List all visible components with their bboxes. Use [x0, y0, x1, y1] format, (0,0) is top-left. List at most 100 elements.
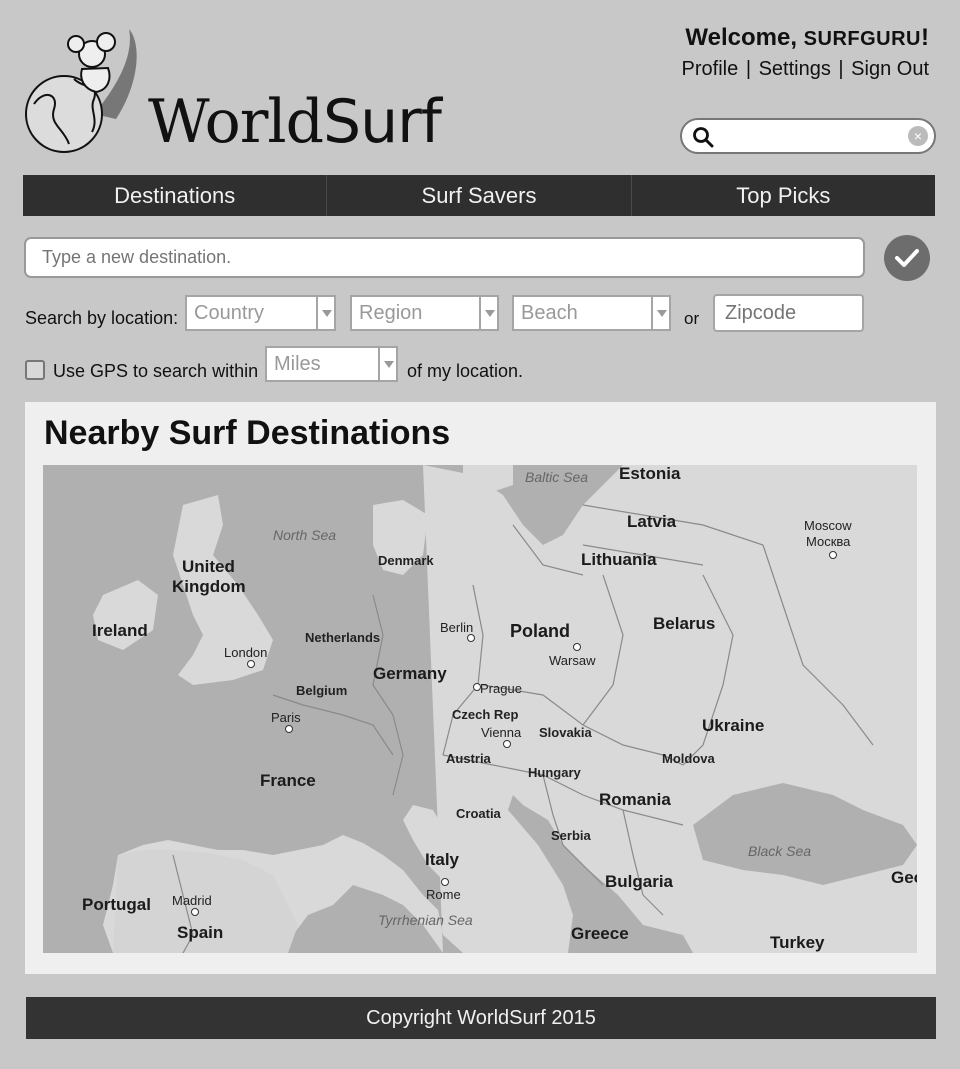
zipcode-input[interactable] — [713, 294, 864, 332]
map-label-madrid: Madrid — [172, 893, 212, 908]
map-label-hungary: Hungary — [528, 765, 581, 780]
map-label-netherlands: Netherlands — [305, 630, 381, 645]
logo-word-surf: Surf — [323, 87, 442, 157]
search-by-location-label: Search by location: — [25, 308, 179, 328]
map-label-croatia: Croatia — [456, 806, 501, 821]
map-label-tyrrhenian-sea: Tyrrhenian Sea — [378, 912, 473, 928]
map-label-denmark: Denmark — [378, 553, 434, 568]
region-select-value: Region — [359, 302, 423, 324]
sign-out-link[interactable]: Sign Out — [851, 58, 929, 80]
separator: | — [745, 58, 752, 80]
logo[interactable]: WorldSurf — [24, 24, 464, 159]
map-label-paris: Paris — [271, 710, 301, 725]
region-select[interactable]: Region — [350, 295, 499, 331]
country-select[interactable]: Country — [185, 295, 336, 331]
checkmark-icon — [895, 249, 919, 267]
map-label-baltic-sea: Baltic Sea — [525, 469, 589, 485]
europe-map[interactable]: Baltic Sea Estonia Latvia Moscow Москва … — [43, 465, 917, 953]
map-label-berlin: Berlin — [440, 620, 474, 635]
map-dot-madrid — [191, 908, 199, 916]
map-label-spain: Spain — [177, 923, 224, 942]
chevron-down-icon — [479, 297, 497, 329]
map-label-ukraine: Ukraine — [702, 716, 765, 735]
welcome-prefix: Welcome, — [685, 24, 804, 51]
panel-title: Nearby Surf Destinations — [44, 414, 451, 452]
logo-word-world: World — [148, 87, 324, 157]
profile-link[interactable]: Profile — [682, 58, 739, 80]
beach-select-value: Beach — [521, 302, 578, 324]
map-label-warsaw: Warsaw — [549, 653, 596, 668]
map-label-slovakia: Slovakia — [539, 725, 592, 740]
map-label-germany: Germany — [373, 664, 447, 683]
map-label-estonia: Estonia — [619, 465, 681, 483]
destination-input[interactable] — [24, 237, 865, 278]
map-label-poland: Poland — [510, 621, 571, 641]
map-label-portugal: Portugal — [82, 895, 151, 914]
nav-top-picks[interactable]: Top Picks — [632, 175, 935, 216]
map-label-czech-rep: Czech Rep — [452, 707, 519, 722]
chevron-down-icon — [651, 297, 669, 329]
confirm-button[interactable] — [884, 235, 930, 281]
welcome-message: Welcome, SURFGURU! — [682, 24, 929, 52]
chevron-down-icon — [378, 348, 396, 380]
separator: | — [838, 58, 844, 80]
search-input[interactable] — [720, 124, 900, 148]
map-label-ireland: Ireland — [92, 621, 148, 640]
account-links: Profile | Settings | Sign Out — [682, 58, 929, 81]
map-dot-vienna — [503, 740, 511, 748]
map-dot-moscow — [829, 551, 837, 559]
map-label-belgium: Belgium — [296, 683, 348, 698]
nav-surf-savers[interactable]: Surf Savers — [327, 175, 632, 216]
gps-label-suffix: of my location. — [407, 361, 524, 381]
map-label-moldova: Moldova — [662, 751, 715, 766]
map-dot-london — [247, 660, 255, 668]
map-label-united: United — [182, 557, 235, 576]
map-label-kingdom: Kingdom — [172, 577, 246, 596]
map-label-belarus: Belarus — [653, 614, 716, 633]
logo-wordmark: WorldSurf — [148, 92, 442, 152]
map-label-greece: Greece — [571, 924, 629, 943]
search-box: × — [680, 118, 936, 154]
nav-destinations[interactable]: Destinations — [23, 175, 328, 216]
map-dot-warsaw — [573, 643, 581, 651]
clear-icon[interactable]: × — [908, 126, 928, 146]
globe-logo-icon — [25, 29, 137, 153]
map-label-serbia: Serbia — [551, 828, 591, 843]
map-label-rome: Rome — [426, 887, 461, 902]
map-label-black-sea: Black Sea — [748, 843, 812, 859]
chevron-down-icon — [316, 297, 334, 329]
map-label-turkey: Turkey — [770, 933, 825, 952]
main-nav: Destinations Surf Savers Top Picks — [23, 175, 935, 216]
copyright-text: Copyright WorldSurf 2015 — [366, 1007, 596, 1029]
map-label-moscow-ru: Москва — [806, 534, 851, 549]
footer: Copyright WorldSurf 2015 — [26, 997, 936, 1039]
welcome-suffix: ! — [921, 24, 929, 51]
search-icon[interactable] — [692, 126, 714, 148]
account-area: Welcome, SURFGURU! Profile | Settings | … — [682, 24, 929, 81]
miles-select[interactable]: Miles — [265, 346, 398, 382]
map-label-austria: Austria — [446, 751, 491, 766]
nearby-destinations-panel: Nearby Surf Destinations Baltic Sea Esto… — [25, 402, 936, 974]
map-label-romania: Romania — [599, 790, 671, 809]
settings-link[interactable]: Settings — [759, 58, 831, 80]
map-dot-berlin — [467, 634, 475, 642]
map-label-latvia: Latvia — [627, 512, 677, 531]
country-select-value: Country — [194, 302, 265, 324]
map-label-france: France — [260, 771, 316, 790]
map-dot-rome — [441, 878, 449, 886]
map-label-italy: Italy — [425, 850, 460, 869]
map-label-prague: Prague — [480, 681, 522, 696]
beach-select[interactable]: Beach — [512, 295, 671, 331]
map-label-north-sea: North Sea — [273, 527, 337, 543]
gps-checkbox[interactable] — [25, 360, 45, 380]
map-dot-paris — [285, 725, 293, 733]
miles-select-value: Miles — [274, 353, 321, 375]
map-label-vienna: Vienna — [481, 725, 522, 740]
gps-label: Use GPS to search within — [53, 361, 259, 381]
or-label: or — [684, 309, 700, 328]
username: SURFGURU — [803, 28, 921, 50]
map-label-geo: Geo — [891, 868, 917, 887]
map-label-bulgaria: Bulgaria — [605, 872, 674, 891]
map-label-moscow: Moscow — [804, 518, 852, 533]
map-label-lithuania: Lithuania — [581, 550, 657, 569]
